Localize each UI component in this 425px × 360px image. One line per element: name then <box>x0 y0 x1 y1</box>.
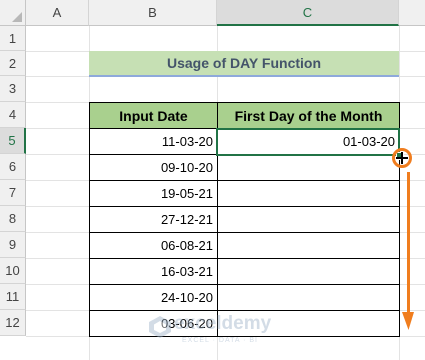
row-header-7[interactable]: 7 <box>0 180 26 206</box>
row-header-5[interactable]: 5 <box>0 128 26 154</box>
first-day-cell[interactable] <box>217 232 400 259</box>
row-header-6[interactable]: 6 <box>0 154 26 180</box>
input-date-cell[interactable]: 16-03-21 <box>89 258 218 285</box>
active-cell-border[interactable] <box>216 128 400 156</box>
row-header-2[interactable]: 2 <box>0 51 26 76</box>
column-header-c[interactable]: C <box>217 0 399 26</box>
watermark-name: exceldemy <box>174 313 272 334</box>
input-date-cell[interactable]: 11-03-20 <box>89 128 218 155</box>
row-header-10[interactable]: 10 <box>0 258 26 284</box>
first-day-cell[interactable] <box>217 258 400 285</box>
row-header-11[interactable]: 11 <box>0 284 26 310</box>
sheet-title[interactable]: Usage of DAY Function <box>89 51 399 77</box>
spreadsheet-grid: A B C 1 2 3 4 5 6 7 8 9 10 11 12 Usage o… <box>0 0 425 360</box>
table-header-first-day[interactable]: First Day of the Month <box>217 102 400 129</box>
column-header-b[interactable]: B <box>89 0 217 26</box>
first-day-cell[interactable] <box>217 284 400 311</box>
first-day-cell[interactable] <box>217 154 400 181</box>
row-header-1[interactable]: 1 <box>0 26 26 51</box>
input-date-cell[interactable]: 19-05-21 <box>89 180 218 207</box>
row-header-8[interactable]: 8 <box>0 206 26 232</box>
crosshair-cursor-icon <box>396 152 408 164</box>
watermark-tagline: EXCEL · DATA · BI <box>182 337 258 344</box>
first-day-cell[interactable] <box>217 206 400 233</box>
input-date-cell[interactable]: 09-10-20 <box>89 154 218 181</box>
watermark: exceldemy EXCEL · DATA · BI <box>144 313 304 349</box>
table-header-input-date[interactable]: Input Date <box>89 102 218 129</box>
column-header-next[interactable] <box>399 0 425 26</box>
exceldemy-logo-icon <box>149 316 171 338</box>
input-date-cell[interactable]: 06-08-21 <box>89 232 218 259</box>
row-header-4[interactable]: 4 <box>0 102 26 128</box>
column-header-a[interactable]: A <box>26 0 89 26</box>
input-date-cell[interactable]: 24-10-20 <box>89 284 218 311</box>
select-all-corner[interactable] <box>0 0 26 26</box>
row-header-3[interactable]: 3 <box>0 76 26 102</box>
first-day-cell[interactable] <box>217 180 400 207</box>
row-header-12[interactable]: 12 <box>0 310 26 336</box>
drag-down-arrow-icon <box>402 172 414 330</box>
input-date-cell[interactable]: 27-12-21 <box>89 206 218 233</box>
row-header-9[interactable]: 9 <box>0 232 26 258</box>
